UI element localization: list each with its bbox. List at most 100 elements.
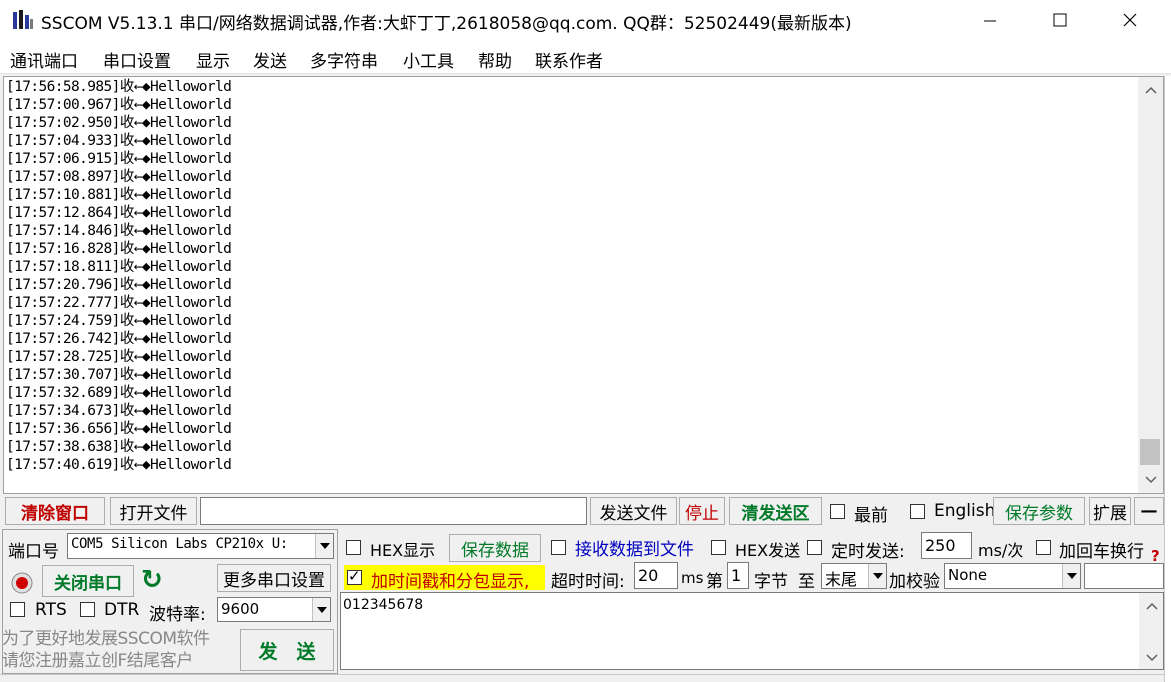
interval-unit: ms/次: [978, 541, 1024, 560]
minimize-icon: [984, 20, 996, 22]
chevron-down-icon: [1145, 654, 1158, 662]
timestamp-checkbox[interactable]: [347, 567, 362, 585]
checksum-dropdown-arrow[interactable]: [1062, 564, 1080, 588]
dropdown-arrow-icon: [319, 543, 330, 549]
receive-line: [17:57:40.619]收←◆Helloworld: [6, 457, 232, 473]
rts-checkbox[interactable]: [10, 602, 25, 617]
receive-line: [17:57:36.656]收←◆Helloworld: [6, 421, 232, 437]
checksum-select[interactable]: None: [944, 563, 1081, 589]
send-text-area[interactable]: 012345678: [340, 592, 1164, 670]
send-button[interactable]: 发 送: [240, 629, 334, 671]
english-checkbox[interactable]: [910, 504, 925, 519]
timeout-value: 20: [638, 566, 659, 585]
dropdown-arrow-icon: [316, 606, 327, 613]
dropdown-arrow-icon: [1066, 573, 1077, 579]
interval-value: 250: [925, 536, 956, 555]
menu-comm-port[interactable]: 通讯端口: [10, 47, 78, 72]
clear-window-button[interactable]: 清除窗口: [5, 497, 105, 525]
byte-index-input[interactable]: 1: [727, 562, 749, 589]
collapse-button[interactable]: —: [1134, 497, 1164, 525]
promo-line-2: 请您注册嘉立创F结尾客户: [2, 651, 193, 671]
menu-send[interactable]: 发送: [253, 47, 287, 72]
scroll-up-button[interactable]: [1138, 79, 1163, 101]
open-file-button[interactable]: 打开文件: [110, 497, 197, 525]
to-select[interactable]: 末尾: [821, 563, 887, 589]
recv-to-file-label[interactable]: 接收数据到文件: [575, 535, 694, 560]
port-select[interactable]: COM5 Silicon Labs CP210x U:: [67, 533, 334, 559]
receive-line: [17:57:32.689]收←◆Helloworld: [6, 385, 232, 401]
rts-label: RTS: [35, 600, 67, 620]
menu-bar: 通讯端口 串口设置 显示 发送 多字符串 小工具 帮助 联系作者: [0, 40, 1171, 74]
checksum-extra-input[interactable]: [1084, 563, 1164, 589]
topmost-checkbox[interactable]: [830, 504, 845, 519]
dropdown-arrow-icon: [872, 573, 883, 579]
checksum-value: None: [948, 566, 988, 584]
timed-send-label: 定时发送:: [831, 542, 905, 562]
recv-to-file-checkbox[interactable]: [551, 540, 566, 555]
baud-select[interactable]: 9600: [217, 597, 331, 622]
minimize-button[interactable]: [955, 0, 1025, 40]
close-icon: [1123, 13, 1137, 27]
dtr-checkbox[interactable]: [80, 602, 95, 617]
receive-line: [17:57:18.811]收←◆Helloworld: [6, 259, 232, 275]
english-label: English: [934, 501, 996, 521]
port-dropdown-arrow[interactable]: [315, 534, 333, 558]
hex-send-checkbox[interactable]: [711, 540, 726, 555]
send-scroll-down-button[interactable]: [1139, 647, 1164, 669]
receive-line: [17:57:06.915]收←◆Helloworld: [6, 151, 232, 167]
to-dropdown-arrow[interactable]: [868, 564, 886, 588]
receive-line: [17:57:22.777]收←◆Helloworld: [6, 295, 232, 311]
scroll-down-button[interactable]: [1138, 469, 1163, 491]
window-title: SSCOM V5.13.1 串口/网络数据调试器,作者:大虾丁丁,2618058…: [41, 14, 852, 34]
menu-contact-author[interactable]: 联系作者: [535, 47, 603, 72]
expand-button[interactable]: 扩展: [1089, 497, 1131, 525]
chevron-down-icon: [1144, 476, 1157, 484]
timestamp-label: 加时间戳和分包显示,: [371, 572, 530, 592]
clear-send-button[interactable]: 清发送区: [729, 497, 822, 525]
hex-display-checkbox[interactable]: [346, 540, 361, 555]
receive-pane[interactable]: [17:56:58.985]收←◆Helloworld [17:57:00.967…: [3, 76, 1164, 494]
byte-suffix-label: 字节: [754, 572, 788, 592]
file-path-input[interactable]: [200, 497, 587, 525]
timed-send-checkbox[interactable]: [807, 540, 822, 555]
byte-prefix-label: 第: [706, 572, 723, 592]
interval-input[interactable]: 250: [921, 532, 972, 559]
receive-line: [17:57:38.638]收←◆Helloworld: [6, 439, 232, 455]
receive-line: [17:57:16.828]收←◆Helloworld: [6, 241, 232, 257]
maximize-button[interactable]: [1025, 0, 1095, 40]
timeout-unit: ms: [681, 569, 704, 587]
to-value: 末尾: [825, 570, 858, 589]
receive-line: [17:57:08.897]收←◆Helloworld: [6, 169, 232, 185]
more-port-settings-button[interactable]: 更多串口设置: [217, 564, 331, 592]
add-crlf-checkbox[interactable]: [1036, 540, 1051, 555]
baud-value: 9600: [221, 600, 260, 618]
receive-line: [17:57:04.933]收←◆Helloworld: [6, 133, 232, 149]
hex-send-label: HEX发送: [735, 541, 801, 560]
stop-button[interactable]: 停止: [679, 497, 725, 525]
receive-scrollbar[interactable]: [1138, 77, 1163, 493]
save-data-button[interactable]: 保存数据: [449, 534, 541, 562]
receive-line: [17:56:58.985]收←◆Helloworld: [6, 79, 232, 95]
menu-help[interactable]: 帮助: [478, 47, 512, 72]
menu-tools[interactable]: 小工具: [403, 47, 454, 72]
menu-multi-string[interactable]: 多字符串: [310, 47, 378, 72]
refresh-ports-icon[interactable]: ↻: [141, 565, 167, 595]
receive-log: [17:56:58.985]收←◆Helloworld [17:57:00.967…: [6, 78, 232, 474]
close-port-button[interactable]: 关闭串口: [42, 565, 134, 597]
baud-dropdown-arrow[interactable]: [312, 598, 330, 621]
menu-serial-settings[interactable]: 串口设置: [103, 47, 171, 72]
port-value: COM5 Silicon Labs CP210x U:: [71, 536, 288, 552]
close-button[interactable]: [1095, 0, 1165, 40]
send-scrollbar[interactable]: [1139, 593, 1163, 669]
receive-line: [17:57:10.881]收←◆Helloworld: [6, 187, 232, 203]
send-file-button[interactable]: 发送文件: [590, 497, 677, 525]
save-params-button[interactable]: 保存参数: [993, 497, 1085, 525]
menu-display[interactable]: 显示: [196, 47, 230, 72]
to-label: 至: [798, 572, 815, 592]
baud-label: 波特率:: [149, 605, 206, 625]
timeout-input[interactable]: 20: [634, 562, 678, 589]
promo-line-1: 为了更好地发展SSCOM软件: [2, 629, 210, 649]
scroll-thumb[interactable]: [1140, 439, 1160, 465]
send-text: 012345678: [343, 597, 424, 613]
send-scroll-up-button[interactable]: [1139, 595, 1164, 617]
